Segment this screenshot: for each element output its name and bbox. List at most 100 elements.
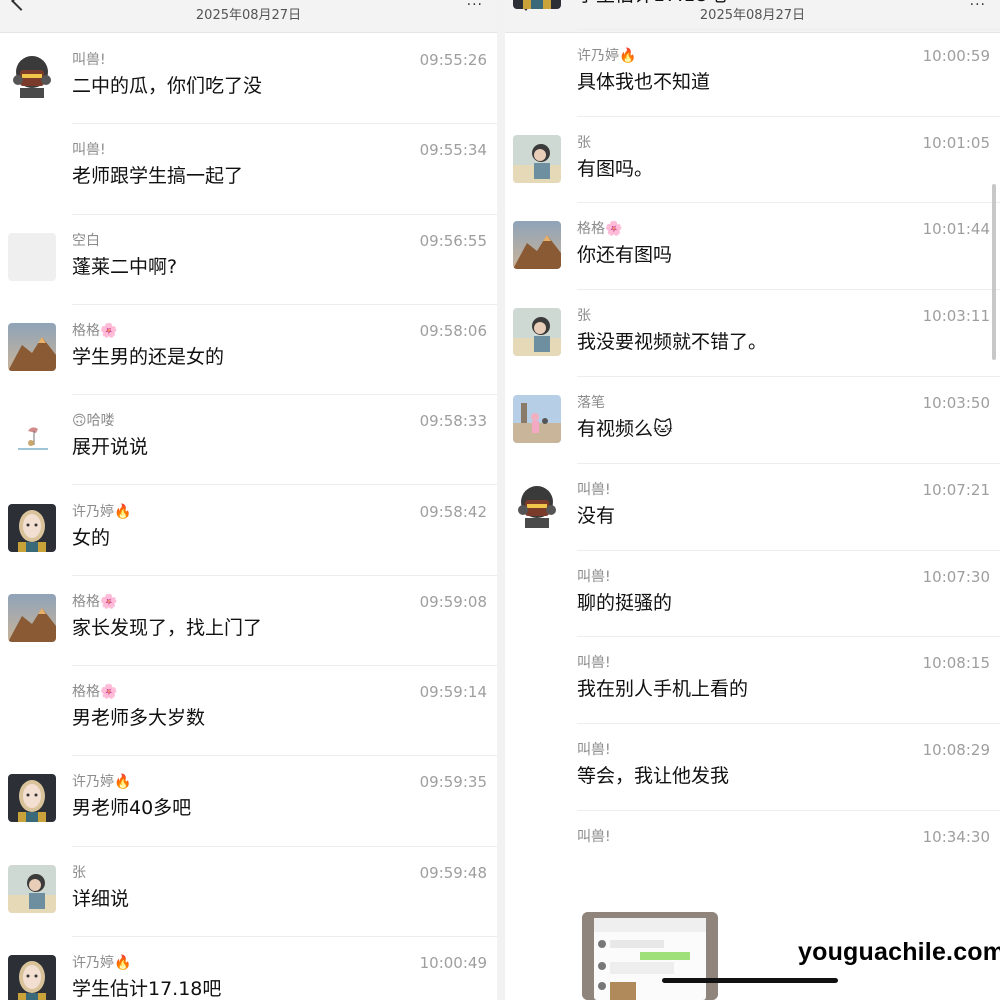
girl-avatar[interactable] bbox=[8, 955, 56, 1000]
sender-name: 空白 bbox=[72, 232, 100, 249]
message-text: 有图吗。 bbox=[577, 157, 654, 180]
sender-name: 格格🌸 bbox=[72, 684, 118, 701]
sender-name: 格格🌸 bbox=[72, 322, 118, 339]
chat-message[interactable]: 张 10:03:11 我没要视频就不错了。 bbox=[505, 307, 1000, 395]
message-time: 10:07:30 bbox=[922, 567, 990, 586]
message-separator bbox=[72, 665, 497, 667]
message-text: 男老师40多吧 bbox=[72, 797, 192, 820]
message-separator bbox=[72, 845, 497, 847]
message-meta: 叫兽! 10:08:15 bbox=[577, 653, 990, 673]
message-text: 我在别人手机上看的 bbox=[577, 678, 749, 701]
chat-message[interactable]: 叫兽! 10:34:30 bbox=[505, 827, 1000, 916]
message-separator bbox=[577, 28, 1000, 30]
message-text: 展开说说 bbox=[72, 436, 149, 459]
chat-message[interactable]: 叫兽! 09:55:26 二中的瓜，你们吃了没 bbox=[0, 51, 497, 142]
message-time: 10:00:59 bbox=[922, 46, 990, 65]
girl-avatar[interactable] bbox=[513, 0, 561, 9]
message-separator bbox=[577, 636, 1000, 638]
sender-name: 许乃婷🔥 bbox=[72, 774, 132, 791]
message-time: 10:01:44 bbox=[922, 220, 990, 239]
message-text: 老师跟学生搞一起了 bbox=[72, 165, 244, 188]
date-label: 2025年08月27日 bbox=[195, 8, 302, 23]
message-separator bbox=[577, 809, 1000, 811]
message-separator bbox=[72, 574, 497, 576]
warrior-avatar[interactable] bbox=[513, 481, 561, 530]
chat-message[interactable]: 许乃婷🔥 09:59:35 男老师40多吧 bbox=[0, 773, 497, 864]
chat-message[interactable]: 许乃婷🔥10:00:49学生估计17.18吧 bbox=[0, 953, 497, 1000]
warrior-avatar[interactable] bbox=[8, 52, 56, 100]
message-text: 家长发现了，找上门了 bbox=[72, 616, 263, 639]
boy-avatar[interactable] bbox=[8, 864, 56, 913]
message-meta: 张 10:01:05 bbox=[577, 133, 990, 153]
message-time: 09:55:34 bbox=[419, 141, 487, 160]
message-meta: 许乃婷🔥 10:00:59 bbox=[577, 46, 990, 66]
chat-panel-right: 2025年08月27日 ··· 许乃婷🔥10:00:49学生估计17.18吧许乃… bbox=[505, 0, 1000, 1000]
message-text: 聊的挺骚的 bbox=[577, 591, 673, 614]
chat-message[interactable]: 叫兽! 10:07:21 没有 bbox=[505, 480, 1000, 569]
message-separator bbox=[577, 115, 1000, 117]
message-separator bbox=[72, 303, 497, 305]
chat-panel-left: 2025年08月27日 ··· 叫兽! 09:55:26 二中的瓜，你们吃了没 叫兽!… bbox=[0, 0, 497, 1000]
message-meta: 叫兽! 10:07:21 bbox=[577, 480, 990, 500]
message-separator bbox=[577, 549, 1000, 551]
chat-message[interactable]: 叫兽! 09:55:34 老师跟学生搞一起了 bbox=[0, 140, 497, 232]
image-message-thumbnail[interactable] bbox=[582, 912, 718, 1000]
message-meta: 叫兽! 10:34:30 bbox=[577, 827, 990, 847]
chat-message[interactable]: 空白 09:56:55 蓬莱二中啊? bbox=[0, 231, 497, 323]
blank-avatar[interactable] bbox=[8, 232, 56, 281]
more-icon[interactable]: ··· bbox=[467, 0, 483, 12]
message-text: 学生估计17.18吧 bbox=[577, 0, 726, 9]
message-meta: 格格🌸 09:59:08 bbox=[72, 592, 487, 612]
scrollbar[interactable] bbox=[992, 184, 996, 360]
sender-name: 叫兽! bbox=[577, 568, 611, 585]
chat-message[interactable]: 张 10:01:05 有图吗。 bbox=[505, 133, 1000, 222]
message-meta: 许乃婷🔥 10:00:49 bbox=[72, 953, 487, 973]
chat-message[interactable]: 🙃哈喽 09:58:33 展开说说 bbox=[0, 411, 497, 503]
chat-message[interactable]: 叫兽! 10:08:15 我在别人手机上看的 bbox=[505, 653, 1000, 742]
chat-message[interactable]: 叫兽! 10:07:30 聊的挺骚的 bbox=[505, 567, 1000, 656]
doodle-avatar[interactable] bbox=[8, 413, 56, 462]
message-time: 09:59:14 bbox=[419, 683, 487, 702]
chat-message[interactable]: 落笔 10:03:50 有视频么🐱 bbox=[505, 394, 1000, 482]
sender-name: 叫兽! bbox=[577, 829, 611, 845]
message-meta: 空白 09:56:55 bbox=[72, 231, 487, 251]
message-time: 09:58:33 bbox=[419, 412, 487, 431]
chat-message[interactable]: 格格🌸 10:01:44 你还有图吗 bbox=[505, 220, 1000, 308]
sender-name: 落笔 bbox=[577, 395, 605, 411]
chat-message[interactable]: 张 09:59:48 详细说 bbox=[0, 864, 497, 955]
girl-avatar[interactable] bbox=[8, 503, 56, 552]
watermark: youguachile.com bbox=[798, 938, 1000, 966]
message-text: 你还有图吗 bbox=[577, 244, 673, 267]
message-time: 09:58:42 bbox=[419, 502, 487, 521]
message-separator bbox=[72, 213, 497, 215]
boy-avatar[interactable] bbox=[513, 308, 561, 357]
message-meta: 🙃哈喽 09:58:33 bbox=[72, 411, 487, 431]
message-time: 10:00:49 bbox=[419, 954, 487, 972]
sender-name: 叫兽! bbox=[72, 142, 106, 159]
chat-message[interactable]: 叫兽! 10:08:29 等会，我让他发我 bbox=[505, 741, 1000, 829]
mountain-avatar[interactable] bbox=[8, 593, 56, 642]
sender-name: 叫兽! bbox=[577, 481, 611, 498]
message-text: 男老师多大岁数 bbox=[72, 707, 206, 730]
message-meta: 叫兽! 09:55:34 bbox=[72, 140, 487, 160]
chat-message[interactable]: 许乃婷🔥10:00:49学生估计17.18吧 bbox=[505, 0, 1000, 48]
boy-avatar[interactable] bbox=[513, 134, 561, 183]
chat-message[interactable]: 格格🌸 09:59:14 男老师多大岁数 bbox=[0, 683, 497, 774]
message-time: 10:08:29 bbox=[922, 741, 990, 760]
photo-avatar[interactable] bbox=[513, 395, 561, 443]
girl-avatar[interactable] bbox=[8, 774, 56, 823]
message-separator bbox=[577, 289, 1000, 291]
message-meta: 叫兽! 10:07:30 bbox=[577, 567, 990, 587]
message-separator bbox=[72, 935, 497, 937]
message-time: 10:03:11 bbox=[922, 307, 990, 326]
sender-name: 许乃婷🔥 bbox=[72, 955, 132, 971]
mountain-avatar[interactable] bbox=[8, 322, 56, 371]
message-text: 具体我也不知道 bbox=[577, 70, 711, 93]
chat-message[interactable]: 许乃婷🔥 10:00:59 具体我也不知道 bbox=[505, 46, 1000, 135]
chat-message[interactable]: 格格🌸 09:59:08 家长发现了，找上门了 bbox=[0, 592, 497, 684]
message-meta: 许乃婷🔥 09:58:42 bbox=[72, 502, 487, 522]
mountain-avatar[interactable] bbox=[513, 221, 561, 270]
chat-message[interactable]: 格格🌸 09:58:06 学生男的还是女的 bbox=[0, 322, 497, 413]
sender-name: 张 bbox=[577, 134, 591, 151]
chat-message[interactable]: 许乃婷🔥 09:58:42 女的 bbox=[0, 502, 497, 594]
